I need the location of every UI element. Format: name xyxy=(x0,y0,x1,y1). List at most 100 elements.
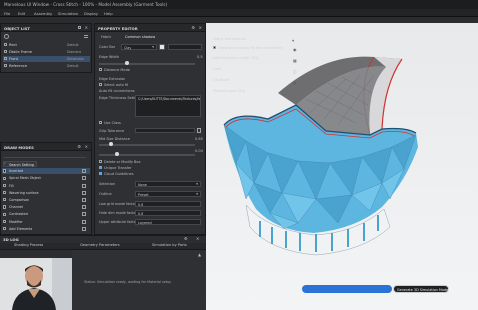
layer-item[interactable]: Channel xyxy=(2,204,90,210)
grid-slider[interactable] xyxy=(99,154,195,156)
menu-edit[interactable]: Edit xyxy=(18,11,25,16)
cursor-icon[interactable]: ⌖ xyxy=(292,38,294,43)
mid-size-slider[interactable] xyxy=(99,144,195,146)
mid-size-knob[interactable] xyxy=(109,142,113,146)
hide-dim-field[interactable]: 0.8 xyxy=(135,210,201,216)
menu-assembly[interactable]: Assembly xyxy=(34,11,52,16)
visibility-icon[interactable] xyxy=(82,183,86,188)
layer-item[interactable]: Inverted xyxy=(2,168,90,175)
texture-path-field[interactable]: C:/Users/KUTTE/Documents/Textures/fabric… xyxy=(135,95,201,117)
overlay-item[interactable]: Pinned mesh (UV) xyxy=(213,89,245,93)
settings-icon[interactable]: ⚙ xyxy=(191,25,195,30)
overlay-item[interactable]: UV Mode xyxy=(213,78,229,82)
layer-checkbox[interactable] xyxy=(3,183,7,187)
color-field[interactable] xyxy=(168,44,202,50)
color-swatch[interactable] xyxy=(159,44,165,50)
settings-icon[interactable]: ⚙ xyxy=(77,144,81,149)
overlay-checkbox[interactable] xyxy=(213,46,217,50)
tab-geometry-parameters[interactable]: Geometry Parameters xyxy=(80,243,120,250)
eye-icon[interactable]: ◉ xyxy=(293,47,297,52)
object-row-selected[interactable]: Front Dimension xyxy=(3,56,90,62)
distance-mode-checkbox[interactable] xyxy=(99,68,103,72)
camera-icon[interactable]: ◍ xyxy=(293,80,297,85)
close-icon[interactable]: × xyxy=(85,25,88,30)
unique-transfer-checkbox[interactable] xyxy=(99,166,103,170)
folder-icon[interactable] xyxy=(197,128,201,133)
tab-fabric[interactable]: Fabric xyxy=(101,35,111,39)
layer-checkbox[interactable] xyxy=(3,169,7,173)
upper-attribute-field[interactable]: Layered xyxy=(135,219,201,225)
layer-checkbox[interactable] xyxy=(3,176,7,180)
visibility-icon[interactable] xyxy=(82,226,86,231)
layer-item[interactable]: Spiral Mesh Object xyxy=(2,175,90,181)
chevron-down-icon: ▾ xyxy=(196,182,198,187)
overlay-item[interactable]: Edit thickness mode (3D) xyxy=(213,56,258,60)
visibility-icon[interactable] xyxy=(82,169,86,174)
layer-item[interactable]: Modifier xyxy=(2,218,90,224)
overlay-item[interactable]: Fabric Intersection xyxy=(213,37,246,41)
visibility-icon[interactable] xyxy=(82,190,86,195)
generate-button[interactable]: Generate 3D Simulation Model xyxy=(393,285,449,293)
object-value: Diamond xyxy=(67,50,82,55)
search-setting-field[interactable]: Search Setting xyxy=(3,161,37,167)
add-object-icon[interactable] xyxy=(4,34,9,39)
close-icon[interactable]: × xyxy=(85,144,88,149)
outline-select[interactable]: Preset ▾ xyxy=(135,191,201,197)
outline-label: Outline xyxy=(99,192,112,196)
layer-label: Contrasted xyxy=(9,212,28,217)
edge-width-knob[interactable] xyxy=(125,61,129,65)
menu-help[interactable]: Help xyxy=(104,11,113,16)
low-grid-field[interactable]: 0.8 xyxy=(135,201,201,207)
settings-icon[interactable] xyxy=(78,26,81,29)
menu-simulation[interactable]: Simulation xyxy=(58,11,78,16)
layer-item[interactable]: Comparison xyxy=(2,197,90,203)
mid-size-label: Mid Size Distance xyxy=(99,137,130,141)
layer-item[interactable]: Fill xyxy=(2,182,90,188)
object-value: Default xyxy=(67,64,79,69)
layer-checkbox[interactable] xyxy=(3,205,7,209)
layer-checkbox[interactable] xyxy=(3,190,7,195)
menu-file[interactable]: File xyxy=(4,11,10,16)
auto-fit-checkbox[interactable] xyxy=(99,83,103,87)
edge-width-slider[interactable] xyxy=(99,63,195,65)
visibility-icon[interactable] xyxy=(82,197,86,202)
selection-select[interactable]: None ▾ xyxy=(135,181,201,187)
tab-shading-process[interactable]: Shading Process xyxy=(14,243,43,250)
menu-display[interactable]: Display xyxy=(84,11,98,16)
visibility-icon[interactable] xyxy=(82,212,86,217)
menu-icon[interactable] xyxy=(84,35,88,38)
log-title: 3D LOG xyxy=(3,237,19,242)
use-class-checkbox[interactable] xyxy=(99,121,103,125)
visibility-icon[interactable] xyxy=(82,219,86,224)
grip-tolerance-field[interactable] xyxy=(135,128,195,133)
overlay-item[interactable]: Cast xyxy=(213,67,221,71)
layer-checkbox[interactable] xyxy=(3,226,7,231)
object-row[interactable]: Dtaile Frame Diamond xyxy=(3,49,90,55)
visibility-icon[interactable] xyxy=(82,176,86,181)
close-icon[interactable]: × xyxy=(196,236,199,241)
cloud-guidelines-checkbox[interactable] xyxy=(99,172,103,176)
layer-checkbox[interactable] xyxy=(3,198,7,202)
close-icon[interactable]: × xyxy=(199,25,202,30)
light-icon[interactable]: ◌ xyxy=(293,69,297,74)
layer-checkbox[interactable] xyxy=(3,219,7,223)
selection-value: None xyxy=(138,182,147,187)
visibility-icon[interactable] xyxy=(82,205,86,210)
layer-item[interactable]: Add Elements xyxy=(2,226,90,232)
layer-item[interactable]: Contrasted xyxy=(2,211,90,217)
object-row[interactable]: Rect Default xyxy=(3,42,90,48)
warning-icon: ▲ xyxy=(198,252,202,257)
tab-common-shadow[interactable]: Common shadow xyxy=(125,35,155,39)
object-row[interactable]: Reference Default xyxy=(3,63,90,69)
grid-icon[interactable]: ▦ xyxy=(293,58,297,63)
layer-item[interactable]: Wavering surface xyxy=(2,190,90,196)
overlay-item[interactable]: Draw the shadow Fit the mainframe xyxy=(218,46,283,50)
tab-simulation-by-parts[interactable]: Simulation by Parts xyxy=(152,243,187,250)
color-select[interactable]: Clay ▾ xyxy=(121,44,157,50)
layer-checkbox[interactable] xyxy=(3,212,7,216)
grid-knob[interactable] xyxy=(115,152,119,156)
settings-icon[interactable]: ⚙ xyxy=(184,236,188,241)
delete-box-checkbox[interactable] xyxy=(99,160,103,164)
object-value: Default xyxy=(67,43,79,48)
mid-size-value: 0.65 xyxy=(195,137,203,141)
